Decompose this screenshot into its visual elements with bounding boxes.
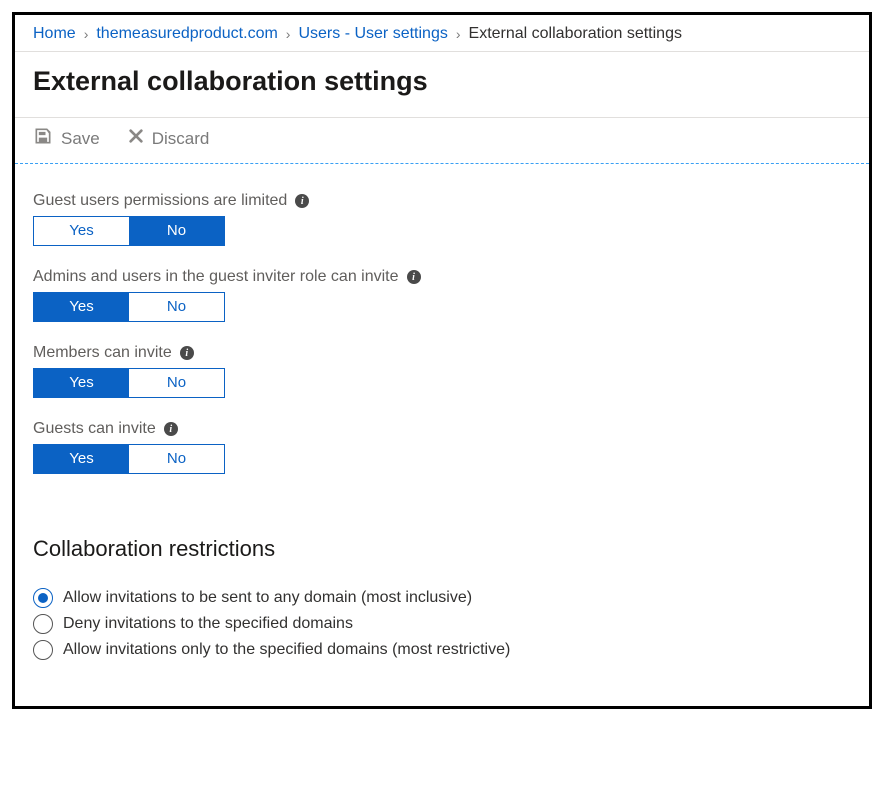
- chevron-right-icon: ›: [454, 26, 463, 42]
- radio-allow-only-specified[interactable]: Allow invitations only to the specified …: [33, 640, 851, 660]
- info-icon[interactable]: i: [164, 422, 178, 436]
- toggle-no[interactable]: No: [129, 217, 224, 245]
- toggle-admins-inviter[interactable]: Yes No: [33, 292, 225, 322]
- collab-restrictions-heading: Collaboration restrictions: [15, 496, 869, 566]
- radio-label: Allow invitations to be sent to any doma…: [63, 589, 472, 607]
- setting-admins-inviter: Admins and users in the guest inviter ro…: [33, 268, 851, 322]
- radio-label: Allow invitations only to the specified …: [63, 641, 510, 659]
- toggle-guests-invite[interactable]: Yes No: [33, 444, 225, 474]
- breadcrumb-users[interactable]: Users - User settings: [298, 25, 447, 43]
- close-icon: [128, 128, 144, 149]
- info-icon[interactable]: i: [180, 346, 194, 360]
- collab-restrictions-options: Allow invitations to be sent to any doma…: [15, 566, 869, 660]
- info-icon[interactable]: i: [407, 270, 421, 284]
- setting-label: Admins and users in the guest inviter ro…: [33, 268, 399, 286]
- toggle-no[interactable]: No: [129, 293, 224, 321]
- toolbar: Save Discard: [15, 117, 869, 164]
- breadcrumb-tenant[interactable]: themeasuredproduct.com: [96, 25, 277, 43]
- save-button[interactable]: Save: [33, 126, 100, 151]
- setting-guest-permissions: Guest users permissions are limited i Ye…: [33, 192, 851, 246]
- setting-members-invite: Members can invite i Yes No: [33, 344, 851, 398]
- radio-icon: [33, 640, 53, 660]
- discard-button[interactable]: Discard: [128, 128, 210, 149]
- setting-label: Members can invite: [33, 344, 172, 362]
- save-button-label: Save: [61, 129, 100, 149]
- toggle-yes[interactable]: Yes: [34, 445, 129, 473]
- radio-icon: [33, 588, 53, 608]
- toggle-no[interactable]: No: [129, 369, 224, 397]
- breadcrumb: Home › themeasuredproduct.com › Users - …: [15, 15, 869, 52]
- toggle-yes[interactable]: Yes: [34, 369, 129, 397]
- toggle-yes[interactable]: Yes: [34, 217, 129, 245]
- toggle-settings: Guest users permissions are limited i Ye…: [15, 164, 869, 474]
- radio-allow-any-domain[interactable]: Allow invitations to be sent to any doma…: [33, 588, 851, 608]
- setting-label: Guests can invite: [33, 420, 156, 438]
- radio-label: Deny invitations to the specified domain…: [63, 615, 353, 633]
- breadcrumb-current: External collaboration settings: [469, 25, 682, 43]
- info-icon[interactable]: i: [295, 194, 309, 208]
- page-title: External collaboration settings: [15, 52, 869, 117]
- toggle-guest-permissions[interactable]: Yes No: [33, 216, 225, 246]
- radio-icon: [33, 614, 53, 634]
- toggle-no[interactable]: No: [129, 445, 224, 473]
- save-icon: [33, 126, 53, 151]
- breadcrumb-home[interactable]: Home: [33, 25, 76, 43]
- discard-button-label: Discard: [152, 129, 210, 149]
- settings-page: Home › themeasuredproduct.com › Users - …: [12, 12, 872, 709]
- setting-guests-invite: Guests can invite i Yes No: [33, 420, 851, 474]
- toggle-members-invite[interactable]: Yes No: [33, 368, 225, 398]
- radio-deny-specified[interactable]: Deny invitations to the specified domain…: [33, 614, 851, 634]
- setting-label: Guest users permissions are limited: [33, 192, 287, 210]
- chevron-right-icon: ›: [82, 26, 91, 42]
- toggle-yes[interactable]: Yes: [34, 293, 129, 321]
- chevron-right-icon: ›: [284, 26, 293, 42]
